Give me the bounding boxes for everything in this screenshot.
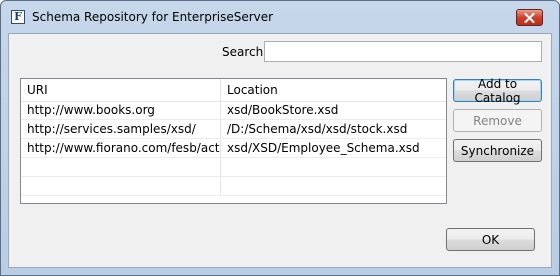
cell-location: xsd/XSD/Employee_Schema.xsd	[227, 141, 420, 155]
window-title: Schema Repository for EnterpriseServer	[32, 10, 274, 24]
synchronize-button[interactable]: Synchronize	[453, 139, 542, 162]
cell-uri: http://services.samples/xsd/	[21, 120, 221, 138]
cell-uri: http://www.books.org	[21, 101, 221, 119]
remove-button[interactable]: Remove	[453, 109, 542, 132]
search-input[interactable]	[264, 41, 542, 62]
cell-uri: http://www.fiorano.com/fesb/acti...	[21, 139, 221, 157]
dialog-body: Search: URI Location http://www.books.or…	[8, 33, 552, 268]
schema-table[interactable]: URI Location http://www.books.org xsd/Bo…	[20, 78, 447, 204]
cell-location	[221, 158, 446, 176]
column-header-location[interactable]: Location	[221, 79, 446, 101]
add-to-catalog-button[interactable]: Add to Catalog	[453, 77, 542, 105]
cell-uri	[21, 158, 221, 176]
table-row[interactable]	[21, 177, 446, 196]
column-header-uri[interactable]: URI	[21, 79, 221, 101]
cell-location	[221, 177, 446, 195]
ok-button[interactable]: OK	[446, 228, 535, 251]
title-bar[interactable]: F Schema Repository for EnterpriseServer	[1, 1, 559, 34]
dialog-window: F Schema Repository for EnterpriseServer…	[0, 0, 560, 276]
table-row[interactable]: http://www.books.org xsd/BookStore.xsd	[21, 101, 446, 120]
search-label: Search:	[222, 45, 268, 59]
cell-location: xsd/BookStore.xsd	[227, 103, 339, 117]
table-row[interactable]: http://www.fiorano.com/fesb/acti... xsd/…	[21, 139, 446, 158]
table-row[interactable]	[21, 158, 446, 177]
app-icon: F	[11, 10, 25, 24]
cell-location: /D:/Schema/xsd/xsd/stock.xsd	[227, 122, 408, 136]
cell-uri	[21, 177, 221, 195]
table-header: URI Location	[21, 79, 446, 102]
close-button[interactable]	[516, 9, 543, 26]
table-row[interactable]: http://services.samples/xsd/ /D:/Schema/…	[21, 120, 446, 139]
close-icon	[524, 12, 535, 23]
